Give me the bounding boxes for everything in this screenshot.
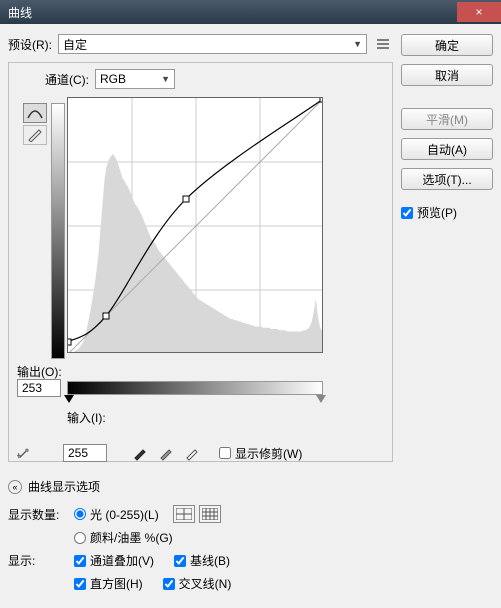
- curve-pencil-tool[interactable]: [23, 125, 47, 145]
- auto-button[interactable]: 自动(A): [401, 138, 493, 160]
- intersection-check-label: 交叉线(N): [179, 575, 232, 592]
- pigment-radio[interactable]: 颜料/油墨 %(G): [74, 529, 173, 546]
- auto-button-label: 自动(A): [427, 141, 467, 158]
- grid-coarse-icon[interactable]: [173, 505, 195, 523]
- display-amount-label: 显示数量:: [8, 506, 66, 523]
- output-input[interactable]: [17, 379, 61, 397]
- light-radio-label: 光 (0-255)(L): [90, 506, 159, 523]
- overlay-checkbox[interactable]: 通道叠加(V): [74, 552, 154, 569]
- preset-menu-icon[interactable]: [373, 35, 393, 53]
- baseline-checkbox[interactable]: 基线(B): [174, 552, 230, 569]
- histogram-check-label: 直方图(H): [90, 575, 143, 592]
- show-clipping-checkbox[interactable]: 显示修剪(W): [219, 445, 302, 462]
- light-radio-input[interactable]: [74, 508, 86, 520]
- intersection-check-input[interactable]: [163, 578, 175, 590]
- gray-eyedropper-icon[interactable]: [157, 444, 175, 462]
- close-icon: ×: [475, 5, 482, 19]
- options-button[interactable]: 选项(T)...: [401, 168, 493, 190]
- input-input[interactable]: [63, 444, 107, 462]
- close-button[interactable]: ×: [457, 2, 501, 22]
- cancel-button-label: 取消: [435, 67, 459, 84]
- display-options-disclosure[interactable]: « 曲线显示选项: [8, 478, 393, 495]
- chevron-down-icon: ▼: [161, 74, 170, 84]
- curve-canvas[interactable]: [67, 97, 323, 353]
- window-title: 曲线: [8, 4, 32, 21]
- white-point-slider[interactable]: [316, 395, 326, 403]
- preview-check-input[interactable]: [401, 207, 413, 219]
- curves-fieldset: 通道(C): RGB ▼: [8, 62, 393, 462]
- preview-checkbox[interactable]: 预览(P): [401, 204, 493, 221]
- channel-value: RGB: [100, 72, 126, 86]
- black-eyedropper-icon[interactable]: [131, 444, 149, 462]
- curve-point-tool[interactable]: [23, 103, 47, 123]
- preview-label: 预览(P): [417, 204, 457, 221]
- baseline-check-input[interactable]: [174, 555, 186, 567]
- input-label: 输入(I):: [67, 409, 106, 426]
- overlay-check-label: 通道叠加(V): [90, 552, 154, 569]
- pigment-radio-label: 颜料/油墨 %(G): [90, 529, 173, 546]
- ok-button-label: 确定: [435, 37, 459, 54]
- cancel-button[interactable]: 取消: [401, 64, 493, 86]
- ok-button[interactable]: 确定: [401, 34, 493, 56]
- pigment-radio-input[interactable]: [74, 532, 86, 544]
- options-button-label: 选项(T)...: [422, 171, 471, 188]
- grid-fine-icon[interactable]: [199, 505, 221, 523]
- histogram-check-input[interactable]: [74, 578, 86, 590]
- disclosure-icon: «: [8, 480, 22, 494]
- chevron-down-icon: ▼: [353, 39, 362, 49]
- histogram-checkbox[interactable]: 直方图(H): [74, 575, 143, 592]
- preset-select[interactable]: 自定 ▼: [58, 34, 367, 54]
- light-radio[interactable]: 光 (0-255)(L): [74, 506, 159, 523]
- smooth-button[interactable]: 平滑(M): [401, 108, 493, 130]
- show-clipping-input[interactable]: [219, 447, 231, 459]
- smooth-button-label: 平滑(M): [426, 111, 468, 128]
- channel-label: 通道(C):: [45, 71, 89, 88]
- intersection-checkbox[interactable]: 交叉线(N): [163, 575, 232, 592]
- input-gradient: [67, 381, 323, 395]
- preset-label: 预设(R):: [8, 36, 52, 53]
- output-label: 输出(O):: [17, 363, 62, 380]
- preset-value: 自定: [63, 36, 87, 53]
- overlay-check-input[interactable]: [74, 555, 86, 567]
- black-point-slider[interactable]: [64, 395, 74, 403]
- show-clipping-label: 显示修剪(W): [235, 445, 302, 462]
- on-image-adjust-tool[interactable]: [17, 444, 35, 462]
- titlebar: 曲线 ×: [0, 0, 501, 24]
- show-label: 显示:: [8, 552, 66, 569]
- disclosure-label: 曲线显示选项: [28, 478, 100, 495]
- output-gradient: [51, 103, 65, 359]
- baseline-check-label: 基线(B): [190, 552, 230, 569]
- white-eyedropper-icon[interactable]: [183, 444, 201, 462]
- channel-select[interactable]: RGB ▼: [95, 69, 175, 89]
